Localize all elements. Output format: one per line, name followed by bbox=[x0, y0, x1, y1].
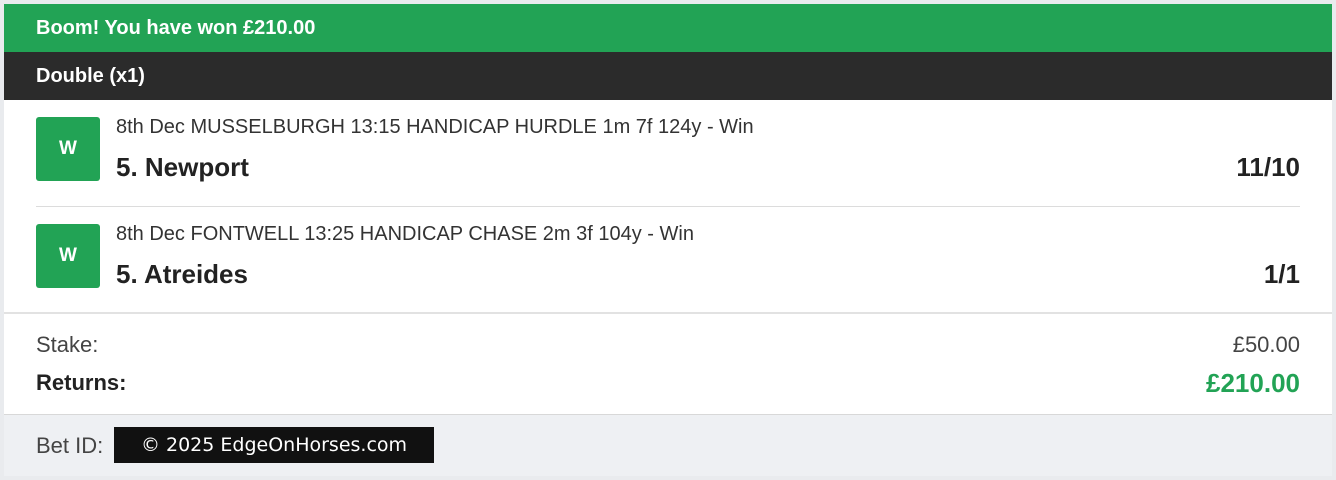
selection-item: W 8th Dec MUSSELBURGH 13:15 HANDICAP HUR… bbox=[36, 100, 1300, 206]
selection-runner: 5. Atreides bbox=[116, 259, 248, 289]
selection-event: 8th Dec FONTWELL 13:25 HANDICAP CHASE 2m… bbox=[116, 223, 694, 245]
selection-odds: 1/1 bbox=[1263, 259, 1300, 289]
stake-row: Stake: £50.00 bbox=[36, 332, 1300, 362]
win-result-badge: W bbox=[36, 117, 100, 181]
selection-runner: 5. Newport bbox=[116, 152, 249, 182]
bet-type-header: Double (x1) bbox=[4, 52, 1332, 100]
selections-list: W 8th Dec MUSSELBURGH 13:15 HANDICAP HUR… bbox=[4, 100, 1332, 313]
selection-event: 8th Dec MUSSELBURGH 13:15 HANDICAP HURDL… bbox=[116, 116, 754, 138]
stake-label: Stake: bbox=[36, 332, 99, 357]
selection-item: W 8th Dec FONTWELL 13:25 HANDICAP CHASE … bbox=[36, 206, 1300, 313]
copyright-watermark: © 2025 EdgeOnHorses.com bbox=[114, 427, 434, 463]
bet-footer: Bet ID: © 2025 EdgeOnHorses.com bbox=[4, 414, 1332, 476]
returns-value: £210.00 bbox=[1206, 368, 1300, 398]
win-result-badge: W bbox=[36, 224, 100, 288]
win-banner: Boom! You have won £210.00 bbox=[4, 4, 1332, 52]
bet-summary: Stake: £50.00 Returns: £210.00 bbox=[4, 312, 1332, 414]
returns-row: Returns: £210.00 bbox=[36, 368, 1300, 400]
stake-value: £50.00 bbox=[1232, 332, 1300, 357]
bet-receipt-card: Boom! You have won £210.00 Double (x1) W… bbox=[4, 4, 1332, 476]
bet-id-label: Bet ID: bbox=[36, 433, 104, 458]
returns-label: Returns: bbox=[36, 370, 127, 395]
selection-odds: 11/10 bbox=[1236, 152, 1300, 182]
